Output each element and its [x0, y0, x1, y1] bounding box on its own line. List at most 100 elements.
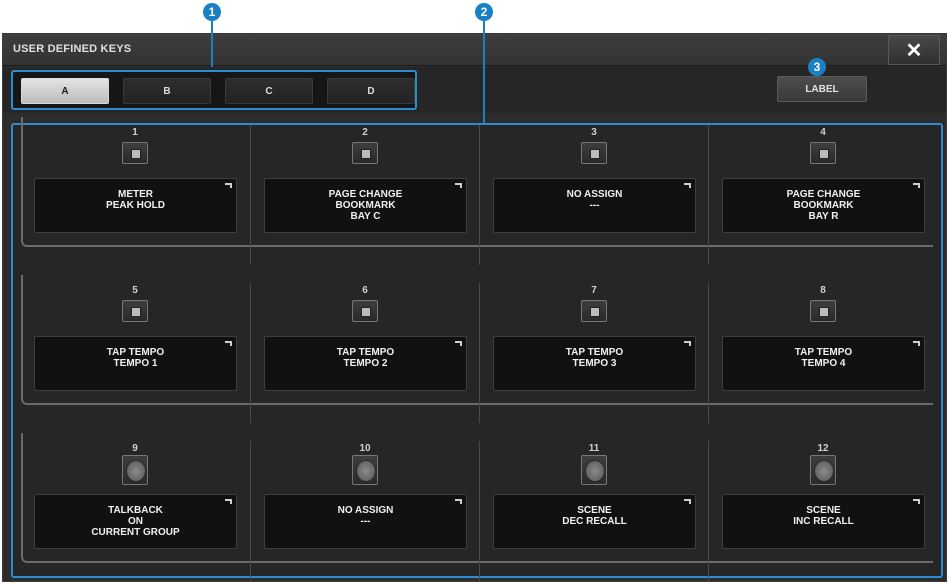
key-assign-button[interactable]: NO ASSIGN --- [493, 178, 696, 233]
key-assign-button[interactable]: PAGE CHANGE BOOKMARK BAY C [264, 178, 467, 233]
key-assign-button[interactable]: SCENE INC RECALL [722, 494, 925, 549]
key-assign-label: NO ASSIGN [337, 505, 394, 516]
close-button[interactable]: ✕ [888, 35, 940, 65]
key-assign-button[interactable]: NO ASSIGN --- [264, 494, 467, 549]
key-assign-button[interactable]: TALKBACK ON CURRENT GROUP [34, 494, 237, 549]
key-led-indicator-icon [122, 455, 148, 485]
user-key-7: 7 TAP TEMPO TEMPO 3 [479, 283, 707, 423]
key-assign-label: TAP TEMPO [106, 347, 165, 358]
user-key-8: 8 TAP TEMPO TEMPO 4 [708, 283, 936, 423]
key-assign-label: INC RECALL [793, 516, 854, 527]
key-assign-label: ON [128, 516, 143, 527]
key-assign-label: TEMPO 3 [572, 358, 617, 369]
title-bar: USER DEFINED KEYS ✕ [3, 34, 946, 66]
close-icon: ✕ [905, 39, 923, 62]
key-assign-label: NO ASSIGN [566, 189, 623, 200]
key-led-indicator-icon [810, 142, 836, 164]
key-assign-button[interactable]: TAP TEMPO TEMPO 1 [34, 336, 237, 391]
tab-bank-a[interactable]: A [21, 78, 109, 104]
key-assign-label: TEMPO 4 [801, 358, 846, 369]
key-assign-label: METER [118, 189, 153, 200]
user-defined-keys-window: USER DEFINED KEYS ✕ A B C D LABEL 1 METER… [2, 33, 947, 582]
key-assign-label: TAP TEMPO [794, 347, 853, 358]
key-number: 11 [588, 443, 600, 454]
key-assign-button[interactable]: TAP TEMPO TEMPO 4 [722, 336, 925, 391]
key-led-indicator-icon [352, 142, 378, 164]
popup-indicator-icon [684, 499, 691, 504]
user-key-9: 9 TALKBACK ON CURRENT GROUP [21, 441, 249, 581]
key-number: 3 [591, 127, 597, 138]
bank-tab-group: A B C D [11, 70, 417, 110]
key-number: 1 [132, 127, 138, 138]
key-assign-label: BOOKMARK [335, 200, 396, 211]
user-key-3: 3 NO ASSIGN --- [479, 125, 707, 265]
key-number: 5 [132, 285, 138, 296]
key-assign-label: TEMPO 1 [113, 358, 158, 369]
key-led-indicator-icon [810, 300, 836, 322]
user-key-11: 11 SCENE DEC RECALL [479, 441, 707, 581]
key-assign-label: BAY R [808, 211, 839, 222]
key-assign-label: TEMPO 2 [343, 358, 388, 369]
label-button[interactable]: LABEL [777, 76, 867, 102]
key-assign-label: --- [589, 200, 600, 211]
key-assign-button[interactable]: METER PEAK HOLD [34, 178, 237, 233]
key-number: 6 [362, 285, 368, 296]
key-led-indicator-icon [352, 300, 378, 322]
key-led-indicator-icon [352, 455, 378, 485]
key-led-indicator-icon [581, 300, 607, 322]
key-assign-label: BAY C [350, 211, 381, 222]
key-led-indicator-icon [122, 300, 148, 322]
popup-indicator-icon [913, 341, 920, 346]
popup-indicator-icon [913, 499, 920, 504]
key-number: 12 [817, 443, 829, 454]
popup-indicator-icon [455, 183, 462, 188]
key-led-indicator-icon [810, 455, 836, 485]
user-keys-grid: 1 METER PEAK HOLD 2 PAGE CHANGE BOOKMARK BAY C… [11, 117, 943, 581]
key-number: 4 [820, 127, 826, 138]
callout-line-2 [483, 20, 485, 123]
key-assign-label: DEC RECALL [562, 516, 627, 527]
key-number: 8 [820, 285, 826, 296]
popup-indicator-icon [455, 499, 462, 504]
tab-bank-d[interactable]: D [327, 78, 415, 104]
tab-bank-b[interactable]: B [123, 78, 211, 104]
key-led-indicator-icon [122, 142, 148, 164]
tab-bank-c[interactable]: C [225, 78, 313, 104]
popup-indicator-icon [913, 183, 920, 188]
key-assign-label: TALKBACK [108, 505, 163, 516]
key-assign-label: TAP TEMPO [336, 347, 395, 358]
key-assign-button[interactable]: PAGE CHANGE BOOKMARK BAY R [722, 178, 925, 233]
bank-tab-row: A B C D LABEL [3, 67, 946, 113]
user-key-5: 5 TAP TEMPO TEMPO 1 [21, 283, 249, 423]
user-key-2: 2 PAGE CHANGE BOOKMARK BAY C [250, 125, 478, 265]
callout-line-1 [211, 20, 213, 67]
key-assign-label: PAGE CHANGE [328, 189, 403, 200]
key-assign-button[interactable]: TAP TEMPO TEMPO 2 [264, 336, 467, 391]
user-key-4: 4 PAGE CHANGE BOOKMARK BAY R [708, 125, 936, 265]
popup-indicator-icon [225, 499, 232, 504]
user-key-6: 6 TAP TEMPO TEMPO 2 [250, 283, 478, 423]
key-led-indicator-icon [581, 455, 607, 485]
popup-indicator-icon [684, 183, 691, 188]
key-assign-label: SCENE [577, 505, 612, 516]
callout-badge-2: 2 [475, 3, 493, 21]
popup-indicator-icon [455, 341, 462, 346]
key-assign-label: PAGE CHANGE [786, 189, 861, 200]
key-number: 10 [359, 443, 371, 454]
key-number: 7 [591, 285, 597, 296]
key-assign-label: TAP TEMPO [565, 347, 624, 358]
window-title: USER DEFINED KEYS [13, 43, 132, 55]
callout-badge-3: 3 [808, 58, 826, 76]
key-led-indicator-icon [581, 142, 607, 164]
callout-badge-1: 1 [203, 3, 221, 21]
popup-indicator-icon [225, 341, 232, 346]
key-assign-label: SCENE [806, 505, 841, 516]
key-assign-button[interactable]: TAP TEMPO TEMPO 3 [493, 336, 696, 391]
key-assign-button[interactable]: SCENE DEC RECALL [493, 494, 696, 549]
popup-indicator-icon [225, 183, 232, 188]
user-key-12: 12 SCENE INC RECALL [708, 441, 936, 581]
key-number: 9 [132, 443, 138, 454]
popup-indicator-icon [684, 341, 691, 346]
user-key-1: 1 METER PEAK HOLD [21, 125, 249, 265]
key-assign-label: --- [360, 516, 371, 527]
